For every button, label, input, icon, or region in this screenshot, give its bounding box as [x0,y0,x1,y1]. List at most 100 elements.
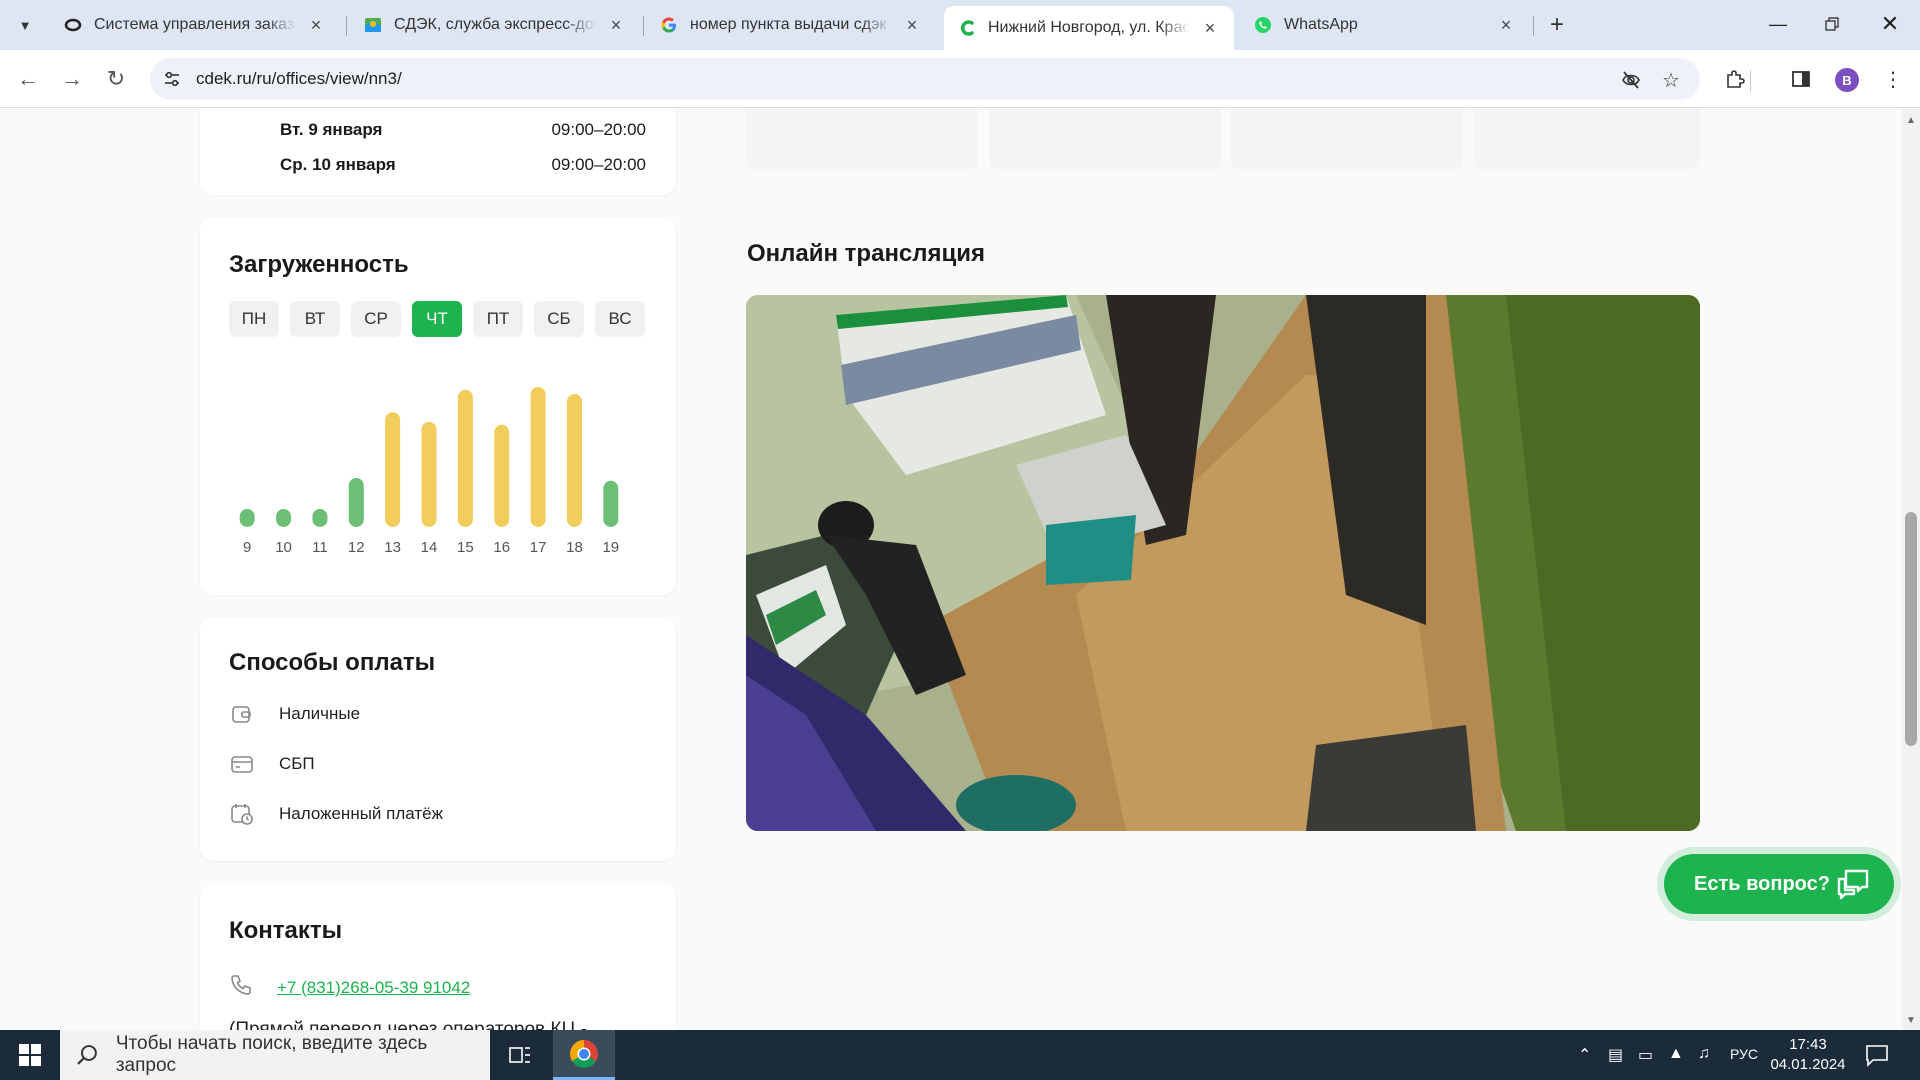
tab-whatsapp[interactable]: WhatsApp × [1240,6,1530,44]
tab-divider [346,16,347,36]
load-bar-18 [566,394,582,527]
wallet-icon [229,701,255,727]
cdek-c-icon [958,19,976,37]
schedule-row: Вт. 9 января 09:00–20:00 [280,120,646,140]
chevron-up-icon[interactable]: ⌃ [1578,1045,1591,1065]
close-window-button[interactable]: ✕ [1864,0,1916,48]
tab-cdek-office[interactable]: Нижний Новгород, ул. Красных × [944,6,1234,50]
new-tab-button[interactable]: + [1542,10,1572,40]
day-button-tue[interactable]: ВТ [290,301,340,337]
tab-title: СДЭК, служба экспресс-доставки [394,16,596,33]
hour-label: 19 [602,539,620,556]
photo-thumbnail[interactable] [989,109,1221,169]
payment-item-cash: Наличные [229,701,360,727]
avatar[interactable]: B [1835,68,1859,92]
day-button-wed[interactable]: СР [351,301,401,337]
close-icon[interactable]: × [306,15,326,35]
camera-frame-image [746,295,1700,831]
whatsapp-icon [1254,16,1272,34]
tab-strip: ▼ Система управления заказами × СДЭК, сл… [0,0,1920,50]
minimize-icon: — [1769,13,1787,34]
page-viewport: Вт. 9 января 09:00–20:00 Ср. 10 января 0… [0,109,1902,1030]
windows-icon [19,1044,41,1066]
browser-toolbar: ← → ↻ cdek.ru/ru/offices/view/nn3/ ☆ B ⋮ [0,50,1920,108]
load-bar-15 [457,389,473,527]
chevron-down-icon: ▼ [18,17,32,33]
hour-label: 16 [493,539,511,556]
windows-taskbar: Чтобы начать поиск, введите здесь запрос… [0,1030,1920,1080]
tab-cdek-express[interactable]: СДЭК, служба экспресс-доставки × [350,6,640,44]
scroll-up-icon[interactable]: ▲ [1904,114,1918,126]
day-button-thu[interactable]: ЧТ [412,301,462,337]
google-icon [660,16,678,34]
forward-button[interactable]: → [56,63,88,95]
star-icon[interactable]: ☆ [1660,69,1682,92]
hour-axis: 9 10 11 12 13 14 15 16 17 18 19 [229,539,629,559]
tab-title: номер пункта выдачи сдэк нижний [690,16,892,33]
day-button-mon[interactable]: ПН [229,301,279,337]
cdek-circle-icon [64,16,82,34]
tab-divider [643,16,644,36]
close-icon[interactable]: × [606,15,626,35]
restore-button[interactable] [1806,0,1858,48]
tab-orders[interactable]: Система управления заказами × [50,6,340,44]
schedule-day: Вт. 9 января [280,120,383,139]
toolbar-divider [1750,70,1751,92]
phone-link[interactable]: +7 (831)268-05-39 91042 [277,978,470,998]
hour-label: 15 [457,539,474,556]
search-icon [77,1045,97,1065]
site-settings-icon[interactable] [162,69,182,89]
eye-off-icon[interactable] [1620,69,1642,91]
system-clock[interactable]: 17:43 04.01.2024 [1768,1035,1848,1075]
scrollbar-thumb[interactable] [1905,512,1917,746]
wifi-icon[interactable]: ▲ [1668,1045,1684,1063]
back-button[interactable]: ← [12,63,44,95]
hour-label: 18 [566,539,583,556]
load-bar-chart [239,387,619,527]
close-icon[interactable]: × [1496,15,1516,35]
volume-icon[interactable]: ♫ [1698,1045,1710,1063]
task-view-button[interactable] [500,1040,540,1070]
chrome-icon [570,1039,598,1068]
day-button-fri[interactable]: ПТ [473,301,523,337]
tab-divider [1533,16,1534,36]
photo-thumbnail[interactable] [1474,109,1700,169]
tab-google-search[interactable]: номер пункта выдачи сдэк нижний × [646,6,936,44]
contact-phone-row: +7 (831)268-05-39 91042 [229,973,470,1002]
url-text[interactable]: cdek.ru/ru/offices/view/nn3/ [196,69,402,89]
photo-thumbnail[interactable] [1231,109,1463,169]
start-button[interactable] [0,1030,60,1080]
tab-search-button[interactable]: ▼ [10,10,40,40]
yandex-maps-icon [364,16,382,34]
tab-title: Нижний Новгород, ул. Красных [988,19,1190,36]
close-icon[interactable]: × [1200,18,1220,38]
photo-thumbnail[interactable] [746,109,978,169]
battery-icon[interactable]: ▭ [1638,1045,1653,1065]
language-indicator[interactable]: РУС [1730,1046,1758,1062]
notification-icon[interactable] [1864,1042,1890,1068]
taskbar-search[interactable]: Чтобы начать поиск, введите здесь запрос [60,1030,490,1080]
day-button-sat[interactable]: СБ [534,301,584,337]
load-bar-17 [530,387,546,527]
payment-label: СБП [279,754,315,773]
more-menu-icon[interactable]: ⋮ [1880,66,1906,92]
side-panel-icon[interactable] [1788,66,1814,92]
reload-button[interactable]: ↻ [100,63,132,95]
close-icon[interactable]: × [902,15,922,35]
extensions-icon[interactable] [1722,66,1748,92]
taskbar-chrome[interactable] [553,1030,615,1080]
scroll-down-icon[interactable]: ▼ [1904,1014,1918,1026]
help-chat-button[interactable]: Есть вопрос? [1664,854,1894,914]
arrow-right-icon: → [61,66,83,91]
load-bar-10 [276,509,292,527]
device-icon[interactable]: ▤ [1608,1045,1623,1065]
schedule-hours: 09:00–20:00 [551,120,646,139]
minimize-button[interactable]: — [1752,0,1804,48]
address-bar[interactable]: cdek.ru/ru/offices/view/nn3/ ☆ [150,58,1700,100]
arrow-left-icon: ← [17,66,39,91]
restore-icon [1825,17,1839,31]
day-button-sun[interactable]: ВС [595,301,645,337]
hour-label: 14 [420,539,438,556]
live-camera-feed[interactable] [746,295,1700,831]
payment-label: Наложенный платёж [279,804,443,823]
